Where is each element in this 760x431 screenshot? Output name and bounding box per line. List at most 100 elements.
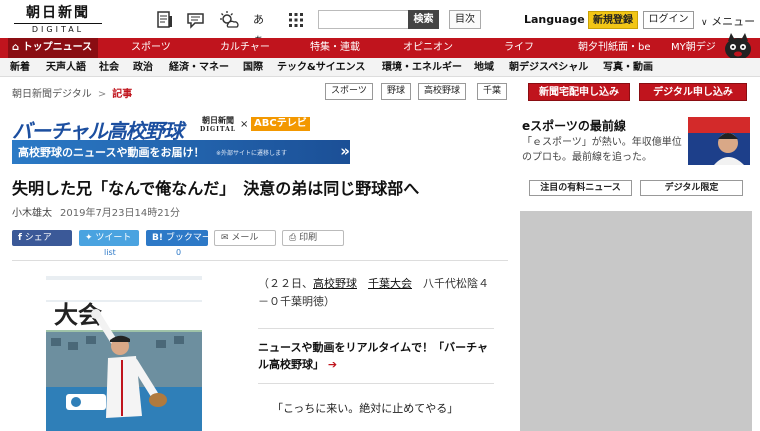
divider — [258, 383, 494, 384]
banner-partner-asahi: 朝日新聞 DIGITAL — [200, 116, 236, 134]
tag-high-school-baseball[interactable]: 高校野球 — [418, 83, 467, 100]
top-bar: 朝日新聞 DIGITAL あぁ 検索 目次 Language 新規登録 ログイン… — [0, 0, 760, 46]
sidebar-feature-text[interactable]: 「ｅスポーツ」が熱い。年収億単位のプロも。最前線を追った。 — [522, 135, 682, 165]
language-link[interactable]: Language — [524, 13, 585, 26]
facebook-share-button[interactable]: f シェア — [12, 230, 72, 246]
menu-button[interactable]: ∨ メニュー — [701, 13, 755, 29]
breadcrumb-separator: > — [97, 89, 107, 100]
banner-partner-asahi-line2: DIGITAL — [200, 126, 236, 133]
comment-icon[interactable] — [186, 10, 206, 30]
search-button[interactable]: 検索 — [408, 10, 439, 29]
subnav-item-tenseijingo[interactable]: 天声人語 — [46, 58, 86, 77]
subnav-item-environment[interactable]: 環境・エネルギー — [382, 58, 462, 77]
banner-times: × — [240, 119, 249, 130]
subnav-item-international[interactable]: 国際 — [243, 58, 263, 77]
index-button[interactable]: 目次 — [449, 10, 481, 29]
article-photo[interactable]: 大会 — [46, 276, 202, 431]
article-headline: 失明した兄「なんで俺なんだ」 決意の弟は同じ野球部へ — [12, 179, 420, 198]
tag-sports[interactable]: スポーツ — [325, 83, 373, 100]
banner-bar-note: ※外部サイトに遷移します — [216, 150, 288, 157]
hatena-bookmark-label: ブックマーク — [165, 233, 220, 243]
search-input[interactable] — [318, 10, 408, 29]
facebook-icon: f — [18, 233, 22, 243]
caption-link-chiba-tournament[interactable]: 千葉大会 — [368, 277, 412, 290]
print-button[interactable]: ⎙ 印刷 — [282, 230, 344, 246]
sidebar-feature-title[interactable]: eスポーツの最前線 — [522, 117, 626, 134]
banner-bar[interactable]: 高校野球のニュースや動画をお届け！ ※外部サイトに遷移します » — [12, 140, 350, 164]
nav-label: トップニュース — [22, 42, 93, 53]
mascot-icon[interactable] — [722, 31, 754, 61]
publish-date: 2019年7月23日14時21分 — [60, 208, 180, 219]
nav-item-paper[interactable]: 朝夕刊紙面・be — [578, 38, 651, 58]
advertisement-area[interactable] — [520, 211, 752, 431]
print-icon: ⎙ — [289, 233, 297, 243]
twitter-icon: ✦ — [85, 233, 93, 243]
hatena-icon: B! — [152, 233, 163, 243]
tag-baseball[interactable]: 野球 — [381, 83, 412, 100]
subnav-item-tech[interactable]: テック&サイエンス — [277, 58, 365, 77]
register-button[interactable]: 新規登録 — [588, 11, 638, 29]
arrow-right-icon: ➔ — [327, 358, 338, 371]
virtual-koshien-promo-link[interactable]: ニュースや動画をリアルタイムで！「バーチャル高校野球」 ➔ — [258, 339, 498, 373]
site-logo[interactable]: 朝日新聞 DIGITAL — [14, 5, 102, 35]
logo-sub-text: DIGITAL — [14, 23, 102, 34]
nav-item-my-asadigi[interactable]: MY朝デジ — [671, 38, 716, 58]
author: 小木雄太 — [12, 208, 52, 219]
caption-space — [357, 277, 368, 290]
mail-label: メール — [231, 233, 259, 243]
page: 朝日新聞 DIGITAL あぁ 検索 目次 Language 新規登録 ログイン… — [0, 0, 760, 431]
subnav-item-photo[interactable]: 写真・動画 — [603, 58, 653, 77]
mail-button[interactable]: ✉ メール — [214, 230, 276, 246]
font-size-icon[interactable]: あぁ — [253, 10, 273, 46]
nav-item-top-news[interactable]: ⌂ トップニュース — [8, 38, 99, 58]
nav-item-life[interactable]: ライフ — [504, 38, 534, 58]
nav-item-culture[interactable]: カルチャー — [220, 38, 270, 58]
nav-item-opinion[interactable]: オピニオン — [403, 38, 453, 58]
subnav-item-new[interactable]: 新着 — [10, 58, 30, 77]
home-icon: ⌂ — [12, 42, 20, 53]
nav-item-sports[interactable]: スポーツ — [131, 38, 171, 58]
hatena-count[interactable]: 0 — [176, 248, 181, 257]
breadcrumb-home[interactable]: 朝日新聞デジタル — [12, 89, 92, 100]
digital-only-button[interactable]: デジタル限定 — [640, 180, 743, 196]
paid-news-button[interactable]: 注目の有料ニュース — [529, 180, 632, 196]
divider — [12, 260, 508, 261]
banner-partner-asahi-line1: 朝日新聞 — [201, 115, 234, 125]
grid-icon[interactable] — [286, 10, 306, 30]
twitter-share-label: ツイート — [95, 233, 132, 243]
tag-chiba[interactable]: 千葉 — [477, 83, 508, 100]
login-button[interactable]: ログイン — [643, 11, 694, 29]
chevron-down-icon: ∨ — [701, 18, 708, 28]
weather-icon[interactable] — [219, 10, 239, 30]
sub-nav: 新着 天声人語 社会 政治 経済・マネー 国際 テック&サイエンス 環境・エネル… — [0, 58, 760, 77]
subnav-item-special[interactable]: 朝デジスペシャル — [509, 58, 588, 77]
subnav-item-society[interactable]: 社会 — [99, 58, 119, 77]
double-arrow-icon: » — [340, 142, 350, 160]
promo-text: ニュースや動画をリアルタイムで！「バーチャル高校野球」 — [258, 341, 489, 371]
subnav-item-economy[interactable]: 経済・マネー — [169, 58, 229, 77]
nav-item-features[interactable]: 特集・連載 — [310, 38, 360, 58]
hatena-bookmark-button[interactable]: B! ブックマーク — [146, 230, 220, 246]
caption-link-high-school-baseball[interactable]: 高校野球 — [313, 277, 357, 290]
twitter-share-button[interactable]: ✦ ツイート — [79, 230, 139, 246]
mail-icon: ✉ — [221, 233, 229, 243]
menu-label: メニュー — [711, 15, 756, 28]
photo-caption: （２２日、高校野球 千葉大会 八千代松陰４－０千葉明徳） — [258, 275, 498, 311]
subnav-item-politics[interactable]: 政治 — [133, 58, 153, 77]
digital-subscribe-button[interactable]: デジタル申し込み — [639, 83, 747, 101]
subnav-item-region[interactable]: 地域 — [474, 58, 494, 77]
print-label: 印刷 — [299, 233, 318, 243]
banner-bar-text: 高校野球のニュースや動画をお届け！ — [18, 146, 205, 159]
caption-prefix: （２２日、 — [258, 277, 313, 290]
facebook-share-label: シェア — [24, 233, 52, 243]
news-icon[interactable] — [155, 10, 175, 30]
main-nav: ⌂ トップニュース スポーツ カルチャー 特集・連載 オピニオン ライフ 朝夕刊… — [0, 38, 760, 58]
sidebar-feature-thumbnail[interactable] — [688, 117, 750, 165]
banner-partner-abc: ABCテレビ — [251, 117, 310, 131]
breadcrumb: 朝日新聞デジタル > 記事 — [12, 85, 132, 100]
paper-subscribe-button[interactable]: 新聞宅配申し込み — [528, 83, 630, 101]
article-body-quote: 「こっちに来い。絶対に止めてやる」 — [272, 402, 459, 415]
divider — [258, 328, 494, 329]
byline: 小木雄太 2019年7月23日14時21分 — [12, 204, 180, 219]
twitter-count[interactable]: list — [104, 248, 116, 257]
